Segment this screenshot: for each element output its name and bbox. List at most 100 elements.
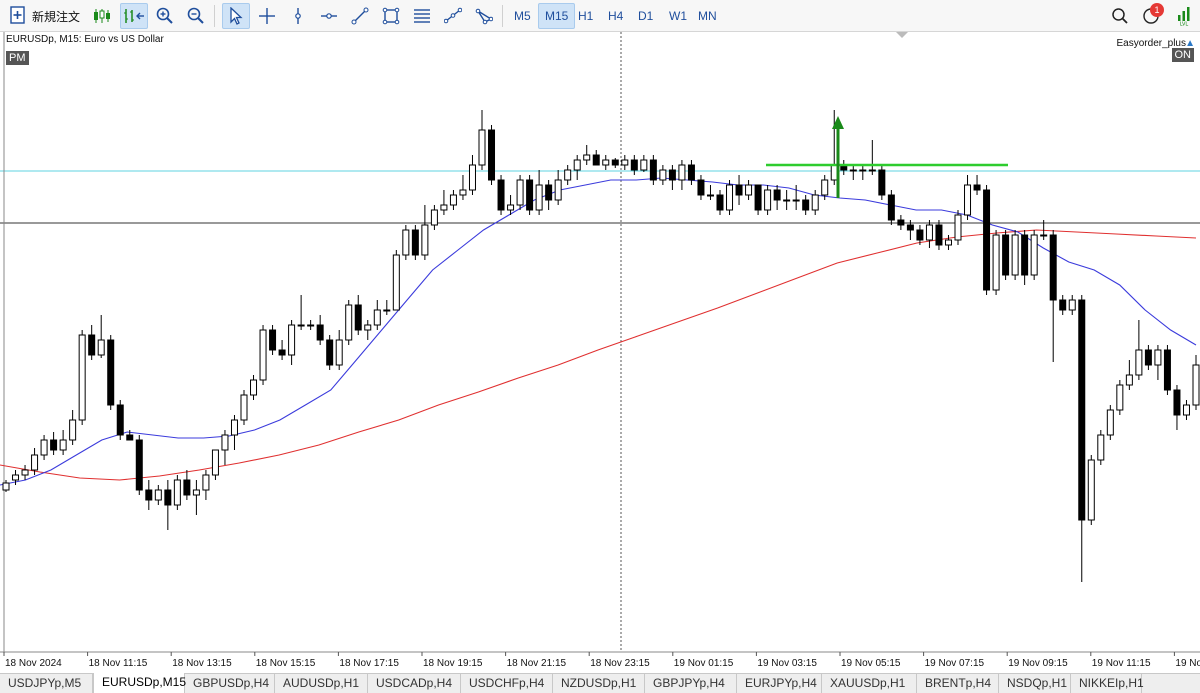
ea-on-button[interactable]: ON: [1171, 48, 1194, 62]
candle: [630, 155, 638, 175]
candle: [602, 155, 610, 170]
time-tick-label: 19 Nov 09:15: [1008, 658, 1068, 669]
search-button[interactable]: [1108, 3, 1132, 29]
candle: [430, 205, 438, 230]
candle: [649, 155, 657, 185]
fibonacci-button[interactable]: [410, 3, 434, 29]
symbol-tab[interactable]: USDCHFp,H4: [461, 674, 553, 693]
candle: [192, 480, 200, 515]
channel-button[interactable]: [441, 3, 465, 29]
time-tick-label: 18 Nov 21:15: [507, 658, 567, 669]
symbol-tab[interactable]: NZDUSDp,H1: [553, 674, 645, 693]
new-order-label: 新規注文: [32, 9, 81, 24]
candle: [783, 190, 791, 210]
candlestick-chart-icon: [94, 9, 110, 23]
candle: [1116, 380, 1124, 415]
candle: [1154, 345, 1162, 380]
candle: [145, 480, 153, 510]
candle: [259, 325, 267, 385]
symbol-tab[interactable]: NSDQp,H1: [999, 674, 1071, 693]
candle: [69, 410, 77, 445]
crosshair-button[interactable]: [255, 3, 279, 29]
candlestick-chart-button[interactable]: [90, 3, 114, 29]
symbol-tab[interactable]: GBPUSDp,H4: [185, 674, 275, 693]
candle: [516, 175, 524, 210]
symbol-tab[interactable]: NIKKEIp,H1: [1071, 674, 1144, 693]
signal-button[interactable]: LVL: [1172, 3, 1196, 29]
candle: [611, 158, 619, 168]
ma-fast-line: [0, 177, 1197, 486]
time-tick-label: 19 Nov 01:15: [674, 658, 734, 669]
time-tick-label: 18 Nov 2024: [5, 658, 62, 669]
symbol-tab[interactable]: BRENTp,H4: [917, 674, 999, 693]
symbol-tab[interactable]: XAUUSDp,H1: [822, 674, 917, 693]
candle: [592, 150, 600, 166]
cursor-icon: [230, 7, 243, 25]
candle: [278, 340, 286, 360]
timeframe-w1[interactable]: W1: [663, 3, 693, 29]
symbol-label: EURUSDp, M15: Euro vs US Dollar: [6, 34, 164, 45]
time-tick-label: 18 Nov 23:15: [590, 658, 650, 669]
time-tick-label: 18 Nov 19:15: [423, 658, 483, 669]
timeframe-h1[interactable]: H1: [572, 3, 599, 29]
symbol-tab[interactable]: USDJPYp,M5: [0, 674, 93, 693]
shapes-button[interactable]: [472, 3, 496, 29]
horizontal-line-button[interactable]: [317, 3, 341, 29]
timeframe-d1[interactable]: D1: [632, 3, 659, 29]
candle: [792, 185, 800, 210]
candle: [507, 195, 515, 215]
candle: [745, 180, 753, 200]
time-tick-label: 18 Nov 15:15: [256, 658, 316, 669]
zoom-out-button[interactable]: [184, 3, 208, 29]
candle: [478, 110, 486, 170]
candle: [497, 175, 505, 215]
candle: [1173, 385, 1181, 430]
cursor-button[interactable]: [222, 3, 250, 29]
chart-shift-marker[interactable]: [896, 32, 908, 38]
zoom-in-button[interactable]: [153, 3, 177, 29]
candle: [173, 475, 181, 510]
candle: [345, 300, 353, 345]
candle: [868, 140, 876, 175]
symbol-tab[interactable]: GBPJPYp,H4: [645, 674, 737, 693]
timeframe-mn[interactable]: MN: [692, 3, 723, 29]
candle: [59, 430, 67, 455]
candle: [887, 190, 895, 225]
rectangle-button[interactable]: [379, 3, 403, 29]
candle: [1030, 230, 1038, 280]
price-chart[interactable]: 18 Nov 2024 18 Nov 11:15 18 Nov 13:15 18 No…: [0, 32, 1200, 673]
candle: [1021, 230, 1029, 285]
timeframe-h4[interactable]: H4: [602, 3, 629, 29]
symbol-tab[interactable]: AUDUSDp,H1: [275, 674, 368, 693]
svg-text:LVL: LVL: [1180, 22, 1189, 27]
candle: [973, 175, 981, 195]
candle: [1087, 455, 1095, 525]
toolbar-separator: [502, 5, 503, 27]
candle: [554, 170, 562, 205]
trendline-button[interactable]: [348, 3, 372, 29]
chart-area[interactable]: 18 Nov 2024 18 Nov 11:15 18 Nov 13:15 18 No…: [0, 32, 1200, 673]
candle: [354, 295, 362, 335]
vertical-line-button[interactable]: [286, 3, 310, 29]
time-tick-label: 19 Nov: [1175, 658, 1200, 669]
new-order-button[interactable]: 新規注文: [10, 3, 80, 29]
candle: [1163, 345, 1171, 395]
candle: [164, 480, 172, 530]
candle: [230, 415, 238, 450]
candle: [773, 185, 781, 210]
timeframe-m15[interactable]: M15: [538, 3, 576, 29]
timeframe-m5[interactable]: M5: [508, 3, 537, 29]
candle: [535, 170, 543, 215]
candle: [659, 165, 667, 185]
symbol-tab[interactable]: EURJPYp,H4: [737, 674, 822, 693]
candle: [687, 160, 695, 185]
candle: [88, 325, 96, 360]
bar-chart-button[interactable]: [120, 3, 148, 29]
candle: [811, 190, 819, 215]
candle: [50, 432, 58, 455]
candle: [735, 175, 743, 205]
symbol-tab[interactable]: USDCADp,H4: [368, 674, 461, 693]
symbol-tab[interactable]: EURUSDp,M15: [93, 673, 186, 693]
candle: [1002, 230, 1010, 280]
toolbar: 新規注文 M5 M15 H1 H4 D1 W1 MN 1 LVL: [0, 0, 1200, 32]
